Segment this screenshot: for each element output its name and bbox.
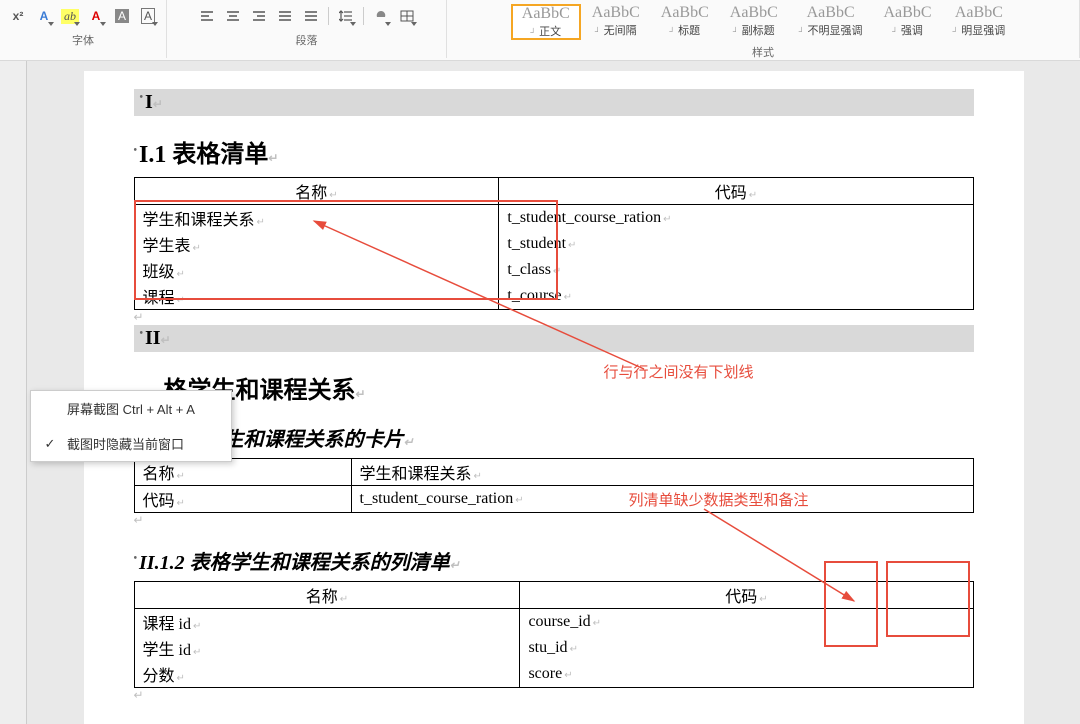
table-2: 名称↵学生和课程关系↵ 代码↵t_student_course_ration↵ (134, 458, 974, 513)
para-return: ↵ (134, 310, 974, 325)
style-tile[interactable]: AaBbC┘ 不明显强调 (789, 4, 873, 40)
align-center-btn[interactable] (221, 4, 245, 28)
section-I-heading: •I↵ (134, 89, 974, 116)
style-tile[interactable]: AaBbC┘ 明显强调 (943, 4, 1016, 40)
align-left-btn[interactable] (195, 4, 219, 28)
styles-group: AaBbC┘ 正文AaBbC┘ 无间隔AaBbC┘ 标题AaBbC┘ 副标题Aa… (447, 0, 1080, 58)
style-tile[interactable]: AaBbC┘ 副标题 (720, 4, 788, 40)
check-icon: ✓ (43, 437, 57, 451)
annotation-text-2: 列清单缺少数据类型和备注 (629, 489, 809, 510)
para-return-2: ↵ (134, 513, 974, 528)
heading-II12: •II.1.2 表格学生和课程关系的列清单↵ (134, 546, 974, 575)
table-1: 名称↵代码↵ 学生和课程关系↵t_student_course_ration↵ … (134, 177, 974, 310)
highlight-btn[interactable]: ab (58, 4, 82, 28)
shading-btn[interactable] (369, 4, 393, 28)
font-color-btn[interactable]: A (84, 4, 108, 28)
ctx-hide-window[interactable]: ✓ 截图时隐藏当前窗口 (31, 426, 231, 461)
ctx-item-label: 屏幕截图 Ctrl + Alt + A (67, 399, 195, 418)
para-return-3: ↵ (134, 688, 974, 703)
heading-I1: •I.1 表格清单↵ (134, 134, 974, 169)
blank-icon (43, 402, 57, 416)
style-tile[interactable]: AaBbC┘ 标题 (651, 4, 719, 40)
heading-II11: 表格学生和课程关系的卡片↵ (164, 423, 974, 452)
align-justify-btn[interactable] (273, 4, 297, 28)
context-menu: 屏幕截图 Ctrl + Alt + A ✓ 截图时隐藏当前窗口 (30, 390, 232, 462)
annotation-text-1: 行与行之间没有下划线 (604, 361, 754, 382)
style-group-label: 样式 (752, 44, 774, 60)
section-II-heading: •II↵ (134, 325, 974, 352)
style-tile[interactable]: AaBbC┘ 正文 (511, 4, 581, 40)
align-right-btn[interactable] (247, 4, 271, 28)
t1-h1: 名称↵ (134, 178, 499, 205)
font-group-label: 字体 (72, 32, 94, 48)
t1-h2: 代码↵ (499, 178, 973, 205)
styles-gallery[interactable]: AaBbC┘ 正文AaBbC┘ 无间隔AaBbC┘ 标题AaBbC┘ 副标题Aa… (511, 4, 1015, 40)
app-root: x² A ab A A A 字体 段落 (0, 0, 1080, 724)
borders-btn[interactable] (395, 4, 419, 28)
paragraph-group: 段落 (167, 0, 447, 58)
char-shading-btn[interactable]: A (110, 4, 134, 28)
text-effects-btn[interactable]: A (32, 4, 56, 28)
superscript-btn[interactable]: x² (6, 4, 30, 28)
ctx-screenshot[interactable]: 屏幕截图 Ctrl + Alt + A (31, 391, 231, 426)
enclose-char-btn[interactable]: A (136, 4, 160, 28)
style-tile[interactable]: AaBbC┘ 无间隔 (582, 4, 650, 40)
vertical-ruler (0, 61, 27, 724)
ctx-item-label: 截图时隐藏当前窗口 (67, 434, 184, 453)
table-3: 名称↵ 代码↵ 课程 id↵course_id↵ 学生 id↵stu_id↵ 分… (134, 581, 974, 688)
para-group-label: 段落 (296, 32, 318, 48)
ribbon: x² A ab A A A 字体 段落 (0, 0, 1080, 61)
distributed-btn[interactable] (299, 4, 323, 28)
line-spacing-btn[interactable] (334, 4, 358, 28)
heading-II1: 格学生和课程关系↵ (164, 370, 974, 405)
style-tile[interactable]: AaBbC┘ 强调 (874, 4, 942, 40)
font-group: x² A ab A A A 字体 (0, 0, 167, 58)
